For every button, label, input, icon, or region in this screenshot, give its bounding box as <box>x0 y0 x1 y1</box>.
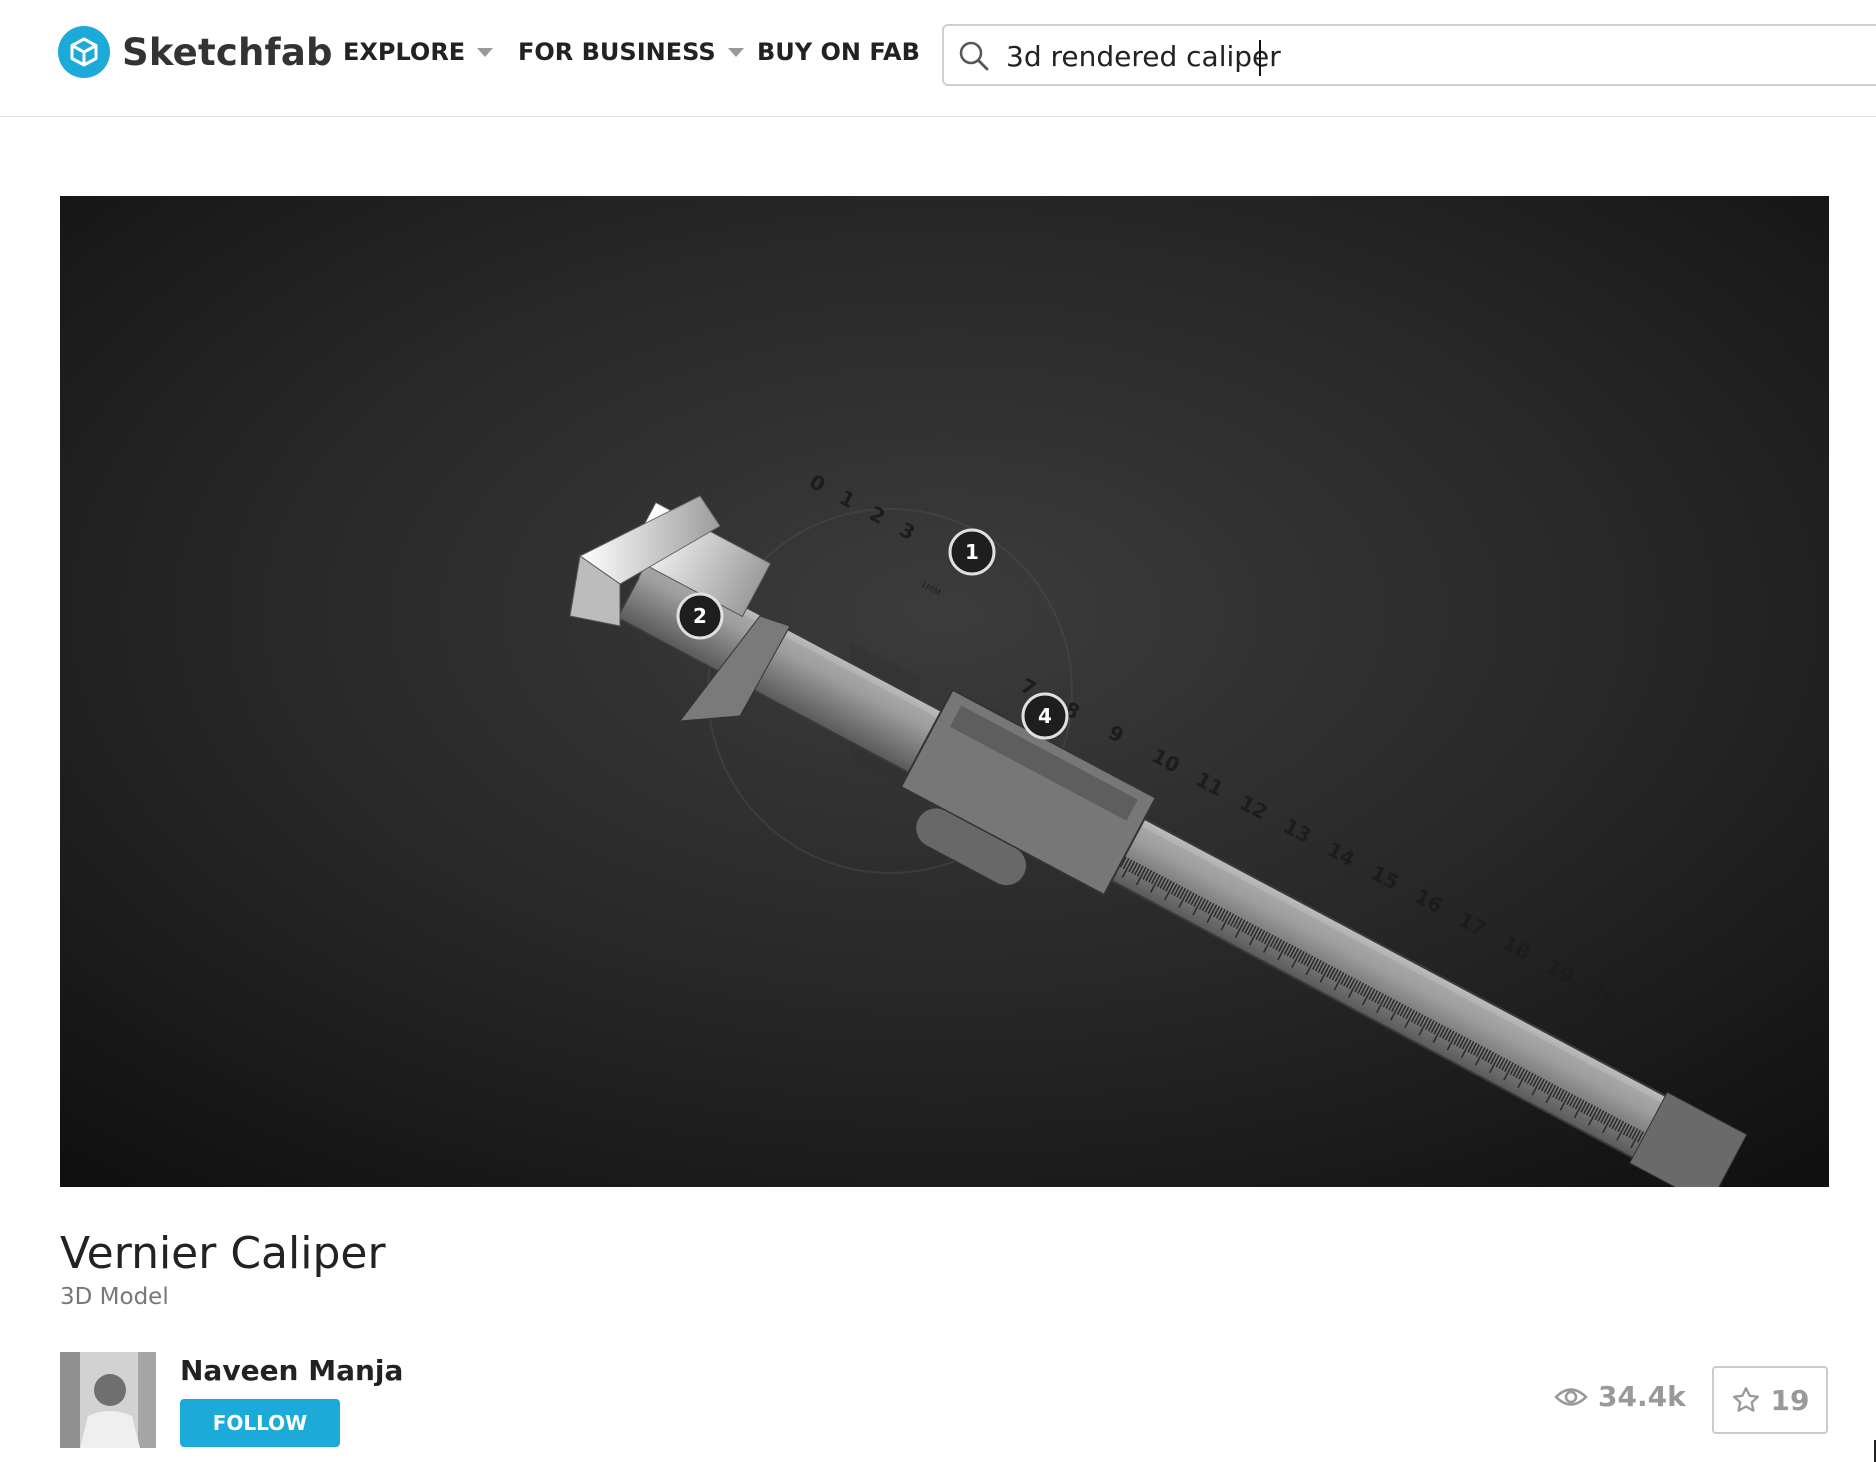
sketchfab-logo-icon <box>58 26 110 78</box>
view-count-value: 34.4k <box>1598 1380 1686 1413</box>
model-viewer-canvas[interactable]: 01237891011121314151617181920 1MM 1 2 4 <box>60 196 1829 1187</box>
model-title: Vernier Caliper <box>60 1228 386 1279</box>
eye-icon <box>1554 1387 1588 1406</box>
viewer-background <box>60 196 1829 1187</box>
hotspot-4-label: 4 <box>1038 704 1052 728</box>
model-viewer[interactable]: 0 1 2 3 7 8 9 10 11 12 13 14 15 16 17 18 19 20 1MM 1 2 4 <box>60 196 1829 1187</box>
sketchfab-logo[interactable]: Sketchfab <box>58 24 333 80</box>
chevron-down-icon <box>477 47 494 57</box>
annotation-hotspot-4[interactable]: 4 <box>1021 692 1069 740</box>
nav-for-business-label: FOR BUSINESS <box>518 38 716 66</box>
star-icon <box>1732 1387 1759 1412</box>
annotation-hotspot-2[interactable]: 2 <box>676 592 724 640</box>
nav-for-business[interactable]: FOR BUSINESS <box>518 38 744 66</box>
brand-name: Sketchfab <box>122 30 333 74</box>
follow-button[interactable]: FOLLOW <box>180 1399 340 1447</box>
author-name[interactable]: Naveen Manja <box>180 1354 403 1387</box>
avatar[interactable] <box>60 1352 156 1448</box>
annotation-hotspot-1[interactable]: 1 <box>948 528 996 576</box>
nav-buy-on-fab-label: BUY ON FAB <box>757 38 920 66</box>
top-navbar: Sketchfab EXPLORE FOR BUSINESS BUY ON FA… <box>0 0 1876 117</box>
nav-explore[interactable]: EXPLORE <box>343 38 494 66</box>
text-cursor <box>1259 40 1261 76</box>
nav-explore-label: EXPLORE <box>343 38 466 66</box>
nav-buy-on-fab[interactable]: BUY ON FAB <box>757 38 920 66</box>
hotspot-1-label: 1 <box>965 540 979 564</box>
chevron-down-icon <box>727 47 744 57</box>
like-button[interactable]: 19 <box>1712 1366 1828 1434</box>
search-icon <box>958 40 990 76</box>
view-count: 34.4k <box>1554 1380 1686 1413</box>
search-input[interactable] <box>1004 34 1868 78</box>
like-count-value: 19 <box>1770 1383 1810 1417</box>
model-subtitle: 3D Model <box>60 1284 169 1310</box>
search-box[interactable] <box>942 24 1876 86</box>
hotspot-2-label: 2 <box>693 604 707 628</box>
